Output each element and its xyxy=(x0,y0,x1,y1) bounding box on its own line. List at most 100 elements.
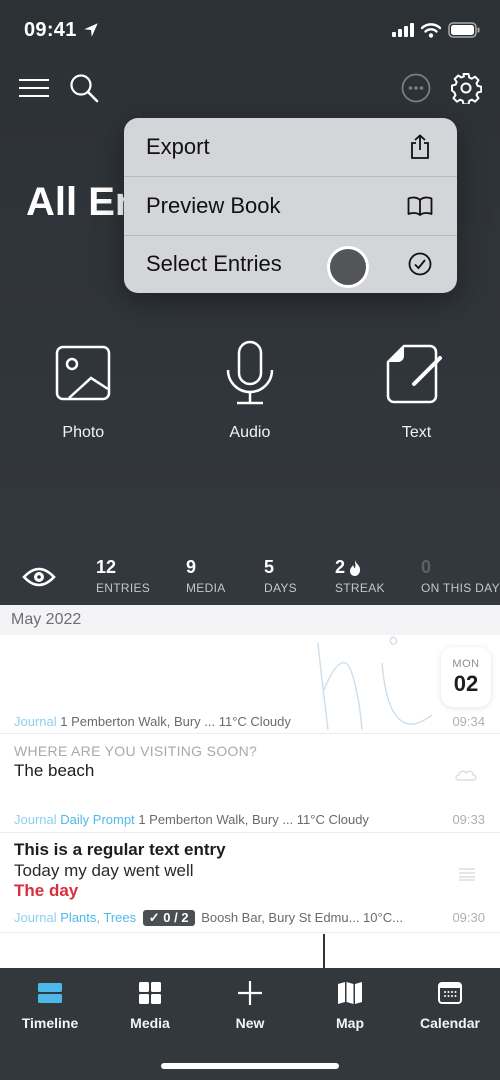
cloud-icon xyxy=(455,770,477,781)
tab-calendar[interactable]: Calendar xyxy=(400,968,500,1038)
tab-map[interactable]: Map xyxy=(300,968,400,1038)
calendar-icon xyxy=(438,982,462,1004)
nav-right xyxy=(400,72,482,104)
map-icon xyxy=(338,982,362,1004)
menu-item-preview-book[interactable]: Preview Book xyxy=(124,176,457,234)
settings-button[interactable] xyxy=(450,72,482,104)
stat-media-label: MEDIA xyxy=(186,581,226,595)
wifi-icon xyxy=(421,22,441,38)
stat-days[interactable]: 5 DAYS xyxy=(264,557,297,595)
handwriting-drawing xyxy=(317,636,433,731)
entry-location-weather: Boosh Bar, Bury St Edmu... 10°C... xyxy=(201,910,403,925)
status-time: 09:41 xyxy=(24,19,77,41)
tab-new-label: New xyxy=(235,1015,265,1031)
prompt-question: WHERE ARE YOU VISITING SOON? xyxy=(14,743,258,759)
stat-media[interactable]: 9 MEDIA xyxy=(186,557,226,595)
stat-on-this-day[interactable]: 0 ON THIS DAY xyxy=(421,557,500,595)
home-indicator[interactable] xyxy=(161,1063,339,1069)
gear-icon xyxy=(451,73,482,104)
tab-calendar-label: Calendar xyxy=(420,1015,480,1031)
toggle-visibility-button[interactable] xyxy=(22,559,56,593)
photo-icon xyxy=(56,345,111,401)
tab-bar: Timeline Media New Map Calendar xyxy=(0,968,500,1080)
entry-tags: Plants, Trees xyxy=(60,910,137,925)
journal-name: Journal xyxy=(14,714,57,729)
stat-streak[interactable]: 2 STREAK xyxy=(335,557,385,595)
timeline-list[interactable]: May 2022 MON 02 Journal 1 Pemberton Walk… xyxy=(0,605,500,968)
stat-entries-label: ENTRIES xyxy=(96,581,151,595)
tab-timeline[interactable]: Timeline xyxy=(0,968,100,1038)
stat-days-value: 5 xyxy=(264,557,275,577)
entry-time: 09:33 xyxy=(452,812,485,827)
tab-media[interactable]: Media xyxy=(100,968,200,1038)
journal-name: Journal xyxy=(14,910,57,925)
menu-button[interactable] xyxy=(18,72,50,104)
book-icon xyxy=(407,196,433,216)
flame-icon xyxy=(350,559,361,576)
battery-icon xyxy=(448,22,480,38)
entry-location-weather: 1 Pemberton Walk, Bury ... 11°C Cloudy xyxy=(138,812,369,827)
entry-body-line: Today my day went well xyxy=(14,861,194,880)
menu-item-select-entries[interactable]: Select Entries xyxy=(124,234,457,293)
hamburger-icon xyxy=(19,79,49,97)
tab-timeline-label: Timeline xyxy=(21,1015,79,1031)
create-audio-button[interactable]: Audio xyxy=(167,340,334,442)
tab-map-label: Map xyxy=(336,1015,364,1031)
microphone-icon xyxy=(226,340,274,405)
touch-indicator xyxy=(327,245,369,288)
date-day-of-week: MON xyxy=(452,658,480,670)
checklist-badge: ✓ 0 / 2 xyxy=(142,910,195,926)
entry-body-highlight: The day xyxy=(14,881,79,900)
stat-media-value: 9 xyxy=(186,557,197,577)
more-button[interactable] xyxy=(400,72,432,104)
plus-icon xyxy=(238,981,262,1005)
create-text-label: Text xyxy=(401,424,432,441)
stat-entries-value: 12 xyxy=(96,557,117,577)
menu-item-export-label: Export xyxy=(146,134,210,160)
entry-daily-prompt[interactable]: WHERE ARE YOU VISITING SOON? The beach J… xyxy=(0,734,500,833)
quick-create-bar: Photo Audio Text xyxy=(0,340,500,442)
stat-streak-label: STREAK xyxy=(335,581,385,595)
grid-icon xyxy=(139,982,161,1004)
location-arrow-icon xyxy=(84,23,98,37)
month-header: May 2022 xyxy=(0,605,500,635)
tab-media-label: Media xyxy=(130,1015,170,1031)
search-icon xyxy=(70,74,99,103)
journal-name: Journal xyxy=(14,812,57,827)
entry-text[interactable]: This is a regular text entry Today my da… xyxy=(0,833,500,933)
entry-meta: Journal 1 Pemberton Walk, Bury ... 11°C … xyxy=(14,714,291,729)
entry-meta: Journal Plants, Trees ✓ 0 / 2 Boosh Bar,… xyxy=(14,910,403,926)
date-day: 02 xyxy=(453,671,479,696)
search-button[interactable] xyxy=(68,72,100,104)
context-menu: Export Preview Book Select Entries xyxy=(124,118,457,293)
document-edit-icon xyxy=(387,344,443,404)
stat-on-this-day-value: 0 xyxy=(421,557,432,577)
checkmark-circle-icon xyxy=(408,252,432,276)
create-text-button[interactable]: Text xyxy=(333,340,500,442)
next-entry-partial[interactable] xyxy=(323,934,325,968)
ellipsis-circle-icon xyxy=(401,73,431,103)
status-bar: 09:41 xyxy=(0,0,500,60)
timeline-icon xyxy=(38,983,62,1003)
prompt-answer: The beach xyxy=(14,761,95,780)
date-badge: MON 02 xyxy=(441,647,491,707)
text-lines-icon xyxy=(459,868,475,881)
entry-drawing[interactable]: MON 02 Journal 1 Pemberton Walk, Bury ..… xyxy=(0,635,500,734)
menu-item-preview-book-label: Preview Book xyxy=(146,192,281,218)
nav-left xyxy=(18,72,100,104)
entry-location-weather: 1 Pemberton Walk, Bury ... 11°C Cloudy xyxy=(60,714,291,729)
entry-time: 09:34 xyxy=(452,714,485,729)
stat-streak-value: 2 xyxy=(335,557,346,577)
stats-bar: 12 ENTRIES 9 MEDIA 5 DAYS 2 STREAK 0 ON … xyxy=(0,555,500,605)
menu-item-select-entries-label: Select Entries xyxy=(146,251,282,277)
menu-item-export[interactable]: Export xyxy=(124,118,457,176)
entry-time: 09:30 xyxy=(452,910,485,925)
tab-new[interactable]: New xyxy=(200,968,300,1038)
share-icon xyxy=(411,134,429,160)
create-photo-button[interactable]: Photo xyxy=(0,340,167,442)
entry-tag: Daily Prompt xyxy=(60,812,135,827)
entry-meta: Journal Daily Prompt 1 Pemberton Walk, B… xyxy=(14,812,369,827)
eye-icon xyxy=(22,567,56,587)
stat-entries[interactable]: 12 ENTRIES xyxy=(96,557,150,595)
stat-on-this-day-label: ON THIS DAY xyxy=(421,581,500,595)
